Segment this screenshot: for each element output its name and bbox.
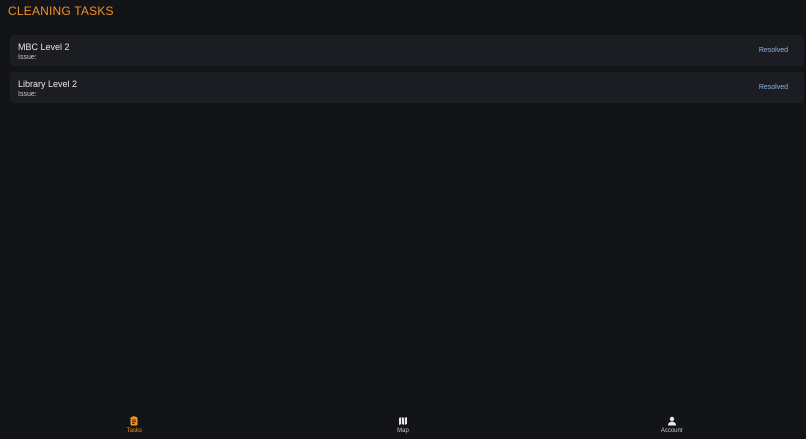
nav-label-map: Map [397,428,409,434]
nav-label-tasks: Tasks [126,428,142,434]
task-issue-label: Issue: [18,91,37,98]
page-title: CLEANING TASKS [8,4,114,18]
task-location: MBC Level 2 [18,42,70,52]
task-card[interactable]: MBC Level 2 Issue: Resolved [10,35,804,66]
task-issue-label: Issue: [18,54,37,61]
task-location: Library Level 2 [18,79,78,89]
task-card[interactable]: Library Level 2 Issue: Resolved [10,72,804,103]
nav-tab-tasks[interactable]: Tasks [0,410,269,439]
clipboard-icon [130,416,138,426]
map-icon [399,417,407,425]
task-status: Resolved [758,47,788,54]
nav-tab-map[interactable]: Map [269,410,538,439]
person-icon [667,416,676,426]
nav-tab-account[interactable]: Account [537,410,806,439]
task-status: Resolved [758,84,788,91]
task-list: MBC Level 2 Issue: Resolved Library Leve… [10,35,804,109]
app-root: CLEANING TASKS MBC Level 2 Issue: Resolv… [0,0,806,439]
nav-label-account: Account [660,428,683,434]
bottom-nav: Tasks Map Account [0,410,806,439]
